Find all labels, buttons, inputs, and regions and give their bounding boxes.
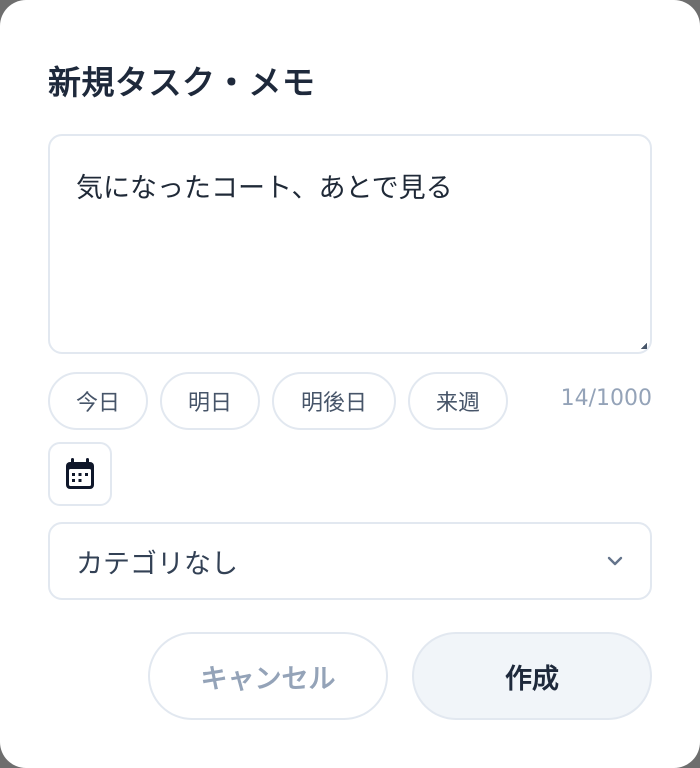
calendar-button[interactable] <box>48 442 112 506</box>
memo-text: 気になったコート、あとで見る <box>76 173 453 204</box>
resize-handle-icon[interactable] <box>641 343 647 349</box>
cancel-button[interactable]: キャンセル <box>148 632 388 720</box>
chip-tomorrow[interactable]: 明日 <box>160 372 260 430</box>
category-selected-value: カテゴリなし <box>76 548 238 580</box>
category-select[interactable]: カテゴリなし <box>48 522 652 600</box>
chip-day-after-tomorrow[interactable]: 明後日 <box>272 372 396 430</box>
chevron-down-icon <box>607 556 623 566</box>
date-chip-group: 今日 明日 明後日 来週 <box>48 372 508 430</box>
chip-next-week[interactable]: 来週 <box>408 372 508 430</box>
calendar-icon <box>66 458 94 489</box>
memo-textarea[interactable]: 気になったコート、あとで見る <box>48 134 652 354</box>
new-task-memo-dialog: 新規タスク・メモ 気になったコート、あとで見る 今日 明日 明後日 来週 14/… <box>0 0 700 768</box>
dialog-title: 新規タスク・メモ <box>48 63 316 102</box>
char-counter: 14/1000 <box>560 386 652 411</box>
create-button[interactable]: 作成 <box>412 632 652 720</box>
chip-today[interactable]: 今日 <box>48 372 148 430</box>
